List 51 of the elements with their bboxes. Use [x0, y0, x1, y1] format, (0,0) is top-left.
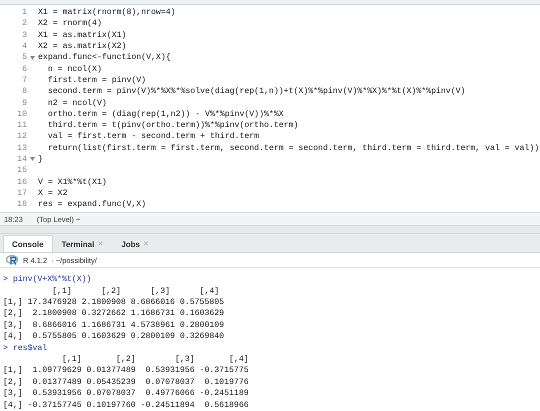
line-number: 14 [16, 154, 27, 164]
code-line: expand.func<-function(V,X){ [38, 53, 171, 62]
fold-arrow-icon[interactable] [30, 157, 35, 162]
line-number: 10 [16, 110, 27, 119]
code-line: n = ncol(X) [46, 64, 102, 74]
line-number: 18 [16, 200, 27, 210]
console-output-line: [,1] [,2] [,3] [,4] [60, 354, 250, 366]
console-output-line: [2,] 2.1800908 0.3272662 1.1686731 0.1603629 [3, 308, 226, 320]
line-number: 8 [21, 87, 27, 96]
code-line: X2 = rnorm(4) [38, 19, 102, 28]
code-line: X2 = as.matrix(X2) [38, 42, 126, 52]
console-output-line: [3,] 8.6866016 1.1686731 4.5738961 0.2800109 [3, 320, 226, 332]
line-number: 13 [16, 144, 27, 153]
code-line: X = X2 [38, 188, 68, 198]
code-line: res = expand.func(V,X) [38, 200, 146, 210]
line-number: 11 [16, 121, 27, 130]
line-number: 5 [21, 53, 27, 62]
code-line: second.term = pinv(V)%*%X%*%solve(diag(rep(1,n))+t(X)%*%pinv(V)%*%X)%*%t(X)%*%pinv(V) [46, 87, 466, 96]
code-line: return(list(first.term = first.term, second.term = second.term, third.term = third.term, val = val)) [46, 144, 540, 153]
line-number: 9 [21, 98, 27, 108]
code-line: n2 = ncol(V) [46, 98, 107, 108]
line-number: 17 [16, 188, 27, 198]
console-output-line: [4,] 0.5755805 0.1603629 0.2800109 0.3269840 [3, 331, 226, 343]
console-command: > res$val [3, 342, 48, 354]
console-output-line: [2,] 0.01377489 0.05435239 0.07078037 0.1019776 [3, 376, 250, 388]
console-output-line: [4,] -0.37157745 0.10197760 -0.24511894 0.5618966 [3, 400, 250, 411]
code-line: ortho.term = (diag(rep(1,n2)) - V%*%pinv(V))%*%X [46, 110, 284, 119]
code-line: third.term = t(pinv(ortho.term))%*%pinv(ortho.term) [46, 121, 298, 130]
line-number: 4 [21, 42, 27, 52]
code-line: V = X1%*%t(X1) [38, 178, 107, 187]
line-number: 3 [21, 30, 27, 40]
r-logo-icon [6, 255, 19, 266]
code-line: X1 = matrix(rnorm(8),nrow=4) [38, 8, 176, 18]
line-number: 12 [16, 132, 27, 142]
code-line: first.term = pinv(V) [46, 76, 146, 85]
line-number: 16 [16, 178, 27, 187]
console-command: > pinv(V+X%*%t(X)) [3, 274, 92, 286]
line-number: 6 [21, 64, 27, 74]
console-output-line: [3,] 0.53931956 0.07078037 0.49776066 -0.2451189 [3, 388, 250, 400]
panel-tab[interactable]: Console [3, 235, 53, 252]
console-output-line: [1,] 17.3476928 2.1800908 8.6866016 0.5755805 [3, 297, 226, 308]
code-line: } [38, 154, 43, 164]
code-line: val = first.term - second.term + third.term [46, 132, 260, 142]
line-number: 7 [21, 76, 27, 85]
fold-arrow-icon[interactable] [30, 56, 35, 60]
console-output-line: [1,] 1.09779629 0.01377489 0.53931956 -0.3715775 [3, 365, 250, 377]
console-output-line: [,1] [,2] [,3] [,4] [51, 286, 220, 298]
line-number: 1 [21, 8, 27, 18]
line-number: 15 [16, 166, 27, 176]
code-line: X1 = as.matrix(X1) [38, 30, 126, 40]
line-number: 2 [21, 19, 27, 28]
